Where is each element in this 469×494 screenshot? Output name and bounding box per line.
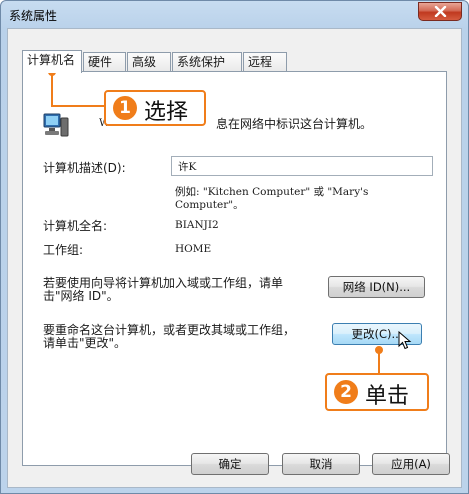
mouse-cursor-icon <box>398 331 412 350</box>
step1-number-badge: 1 <box>113 96 137 120</box>
network-id-button[interactable]: 网络 ID(N)... <box>328 276 425 298</box>
full-computer-name-label: 计算机全名: <box>43 219 108 233</box>
ok-button[interactable]: 确定 <box>191 453 269 475</box>
dialog-client-area: 计算机名 硬件 高级 系统保护 远程 W 息在网络中标识这台计算机。 计算机描述… <box>7 28 462 488</box>
step2-number-badge: 2 <box>334 380 358 404</box>
tab-system-protection[interactable]: 系统保护 <box>172 52 242 72</box>
workgroup-label: 工作组: <box>43 243 84 257</box>
computer-icon <box>43 113 69 137</box>
apply-button[interactable]: 应用(A) <box>372 453 450 475</box>
step1-pointer-line-horizontal <box>51 105 106 107</box>
title-bar[interactable]: 系统属性 <box>1 1 468 29</box>
intro-text-right: 息在网络中标识这台计算机。 <box>216 117 373 131</box>
step2-text: 单击 <box>365 384 410 409</box>
tab-hardware[interactable]: 硬件 <box>83 52 126 72</box>
step1-text: 选择 <box>144 100 189 125</box>
system-properties-window: 系统属性 计算机名 硬件 高级 系统保护 远程 W 息在网络中标识这台 <box>0 0 469 494</box>
computer-name-panel: W 息在网络中标识这台计算机。 计算机描述(D): 许K 例如: "Kitche… <box>22 71 447 466</box>
cancel-button[interactable]: 取消 <box>282 453 360 475</box>
workgroup-value: HOME <box>175 243 212 255</box>
close-icon <box>434 6 447 17</box>
full-computer-name-value: BIANJI2 <box>175 219 219 231</box>
rename-hint-line2: 请单击"更改"。 <box>43 336 127 350</box>
step1-callout: 1 选择 <box>104 90 206 126</box>
step1-pointer-line-vertical <box>51 74 53 106</box>
window-title: 系统属性 <box>9 9 58 23</box>
step2-callout: 2 单击 <box>325 373 429 411</box>
tab-advanced[interactable]: 高级 <box>127 52 171 72</box>
computer-description-input[interactable]: 许K <box>171 156 433 176</box>
tab-computer-name[interactable]: 计算机名 <box>22 50 82 73</box>
step2-pointer-line <box>378 352 380 374</box>
computer-description-label: 计算机描述(D): <box>43 161 126 175</box>
network-id-hint-line2: 击"网络 ID"。 <box>43 289 119 303</box>
close-button[interactable] <box>418 2 462 21</box>
example-text-line2: Computer"。 <box>175 199 244 211</box>
tab-remote[interactable]: 远程 <box>243 52 287 72</box>
